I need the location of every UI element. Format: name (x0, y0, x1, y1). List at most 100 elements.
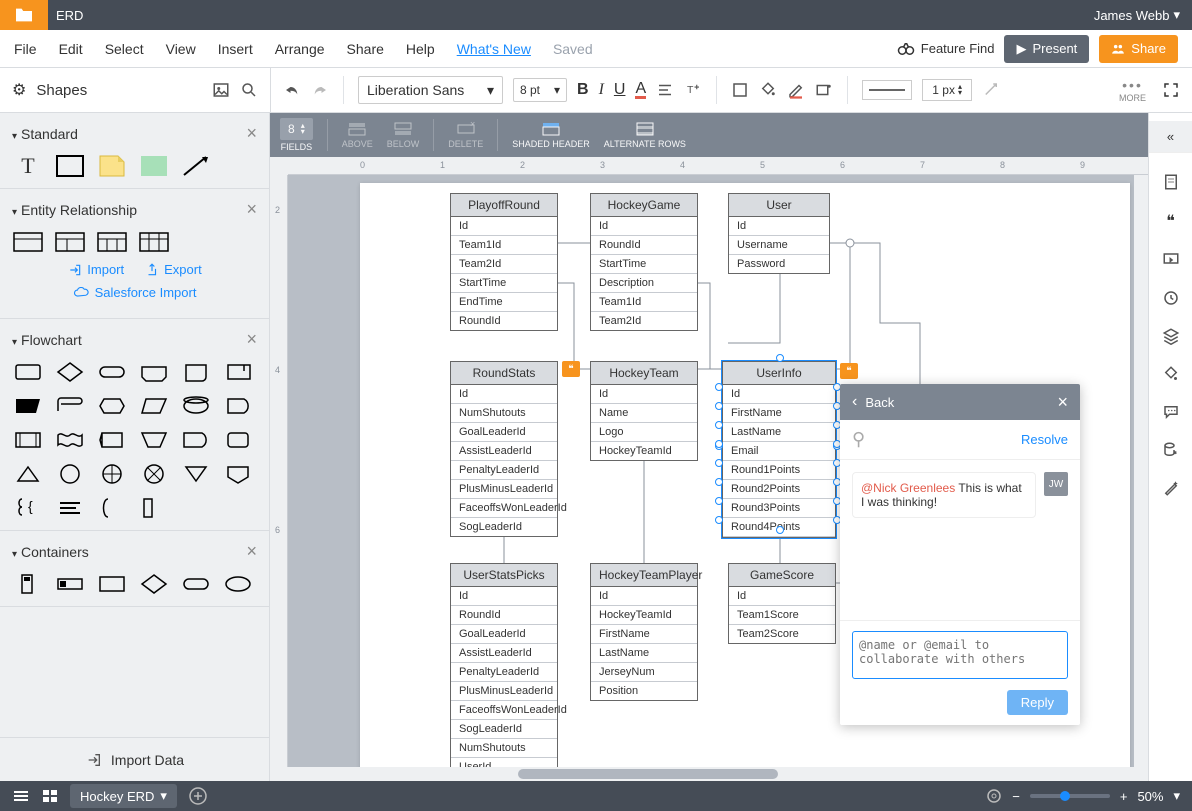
flowchart-shape-27[interactable] (138, 496, 170, 520)
redo-button[interactable] (311, 81, 329, 99)
comment-input[interactable] (852, 631, 1068, 679)
user-menu[interactable]: James Webb ▾ (1094, 7, 1180, 23)
erd-field[interactable]: AssistLeaderId (451, 644, 557, 663)
shape-erd4[interactable] (138, 230, 170, 254)
feature-find[interactable]: Feature Find (897, 40, 995, 58)
erd-field[interactable]: Team2Id (451, 255, 557, 274)
zoom-out-button[interactable]: − (1012, 789, 1020, 804)
erd-field[interactable]: Round3Points (723, 499, 835, 518)
shape-note[interactable] (96, 154, 128, 178)
erd-field[interactable]: Id (723, 385, 835, 404)
flowchart-shape-20[interactable] (96, 462, 128, 486)
erd-table-userstatspicks[interactable]: UserStatsPicksIdRoundIdGoalLeaderIdAssis… (450, 563, 558, 767)
erd-table-playoffround[interactable]: PlayoffRoundIdTeam1IdTeam2IdStartTimeEnd… (450, 193, 558, 331)
text-options-button[interactable]: T (684, 81, 702, 99)
document-title[interactable]: ERD (56, 8, 83, 23)
flowchart-shape-10[interactable] (180, 394, 212, 418)
back-icon[interactable]: ‹ (852, 393, 857, 411)
comment-badge[interactable] (840, 363, 858, 379)
erd-field[interactable]: Round2Points (723, 480, 835, 499)
erd-table-hockeyteamplayer[interactable]: HockeyTeamPlayerIdHockeyTeamIdFirstNameL… (590, 563, 698, 701)
erd-field[interactable]: Id (451, 217, 557, 236)
border-color-button[interactable] (787, 81, 805, 99)
flowchart-shape-2[interactable] (96, 360, 128, 384)
erd-table-hockeyteam[interactable]: HockeyTeamIdNameLogoHockeyTeamId (590, 361, 698, 461)
erd-field[interactable]: StartTime (451, 274, 557, 293)
erd-field[interactable]: StartTime (591, 255, 697, 274)
grid-view-icon[interactable] (42, 789, 58, 803)
erd-field[interactable]: Position (591, 682, 697, 700)
erd-field[interactable]: Name (591, 404, 697, 423)
erd-field[interactable]: PenaltyLeaderId (451, 461, 557, 480)
erd-field[interactable]: Round1Points (723, 461, 835, 480)
reply-button[interactable]: Reply (1007, 690, 1068, 715)
flowchart-shape-23[interactable] (222, 462, 254, 486)
back-label[interactable]: Back (865, 395, 894, 410)
align-button[interactable] (656, 81, 674, 99)
shape-block[interactable] (138, 154, 170, 178)
menu-edit[interactable]: Edit (59, 41, 83, 57)
section-containers[interactable]: ▾Containers× (12, 541, 257, 562)
collapse-rail-button[interactable]: « (1149, 121, 1192, 153)
underline-button[interactable]: U (614, 81, 626, 99)
zoom-level[interactable]: 50% (1137, 789, 1163, 804)
erd-field[interactable]: Username (729, 236, 829, 255)
image-icon[interactable] (212, 81, 230, 99)
erd-field[interactable]: EndTime (451, 293, 557, 312)
add-page-button[interactable] (189, 787, 207, 805)
erd-field[interactable]: NumShutouts (451, 739, 557, 758)
erd-field[interactable]: RoundId (451, 606, 557, 625)
alternate-rows-button[interactable]: ALTERNATE ROWS (604, 121, 686, 149)
salesforce-import-link[interactable]: Salesforce Import (73, 285, 197, 300)
close-icon[interactable]: × (246, 541, 257, 562)
add-below-button[interactable]: BELOW (387, 121, 420, 149)
comment-icon[interactable]: ❝ (1166, 211, 1175, 231)
erd-header[interactable]: PlayoffRound (451, 194, 557, 217)
erd-header[interactable]: HockeyTeamPlayer (591, 564, 697, 587)
section-entity[interactable]: ▾Entity Relationship× (12, 199, 257, 220)
shape-rect[interactable] (54, 154, 86, 178)
flowchart-shape-18[interactable] (12, 462, 44, 486)
flowchart-shape-1[interactable] (54, 360, 86, 384)
section-standard[interactable]: ▾Standard× (12, 123, 257, 144)
present-button[interactable]: ▶ Present (1004, 35, 1089, 63)
menu-arrange[interactable]: Arrange (275, 41, 325, 57)
page-icon[interactable] (1162, 173, 1180, 191)
flowchart-shape-0[interactable] (12, 360, 44, 384)
erd-table-user[interactable]: UserIdUsernamePassword (728, 193, 830, 274)
erd-field[interactable]: Password (729, 255, 829, 273)
more-button[interactable]: •••MORE (1119, 77, 1146, 103)
close-icon[interactable]: × (246, 123, 257, 144)
erd-field[interactable]: Team2Id (591, 312, 697, 330)
font-select[interactable]: Liberation Sans▾ (358, 76, 503, 104)
close-icon[interactable]: × (1057, 392, 1068, 413)
erd-field[interactable]: HockeyTeamId (591, 606, 697, 625)
flowchart-shape-3[interactable] (138, 360, 170, 384)
erd-header[interactable]: UserStatsPicks (451, 564, 557, 587)
italic-button[interactable]: I (599, 81, 604, 99)
erd-field[interactable]: SogLeaderId (451, 518, 557, 536)
flowchart-shape-16[interactable] (180, 428, 212, 452)
presentation-icon[interactable] (1162, 251, 1180, 269)
flowchart-shape-9[interactable] (138, 394, 170, 418)
erd-field[interactable]: Id (591, 587, 697, 606)
flowchart-shape-6[interactable] (12, 394, 44, 418)
erd-field[interactable]: LastName (723, 423, 835, 442)
erd-field[interactable]: Logo (591, 423, 697, 442)
shape-erd2[interactable] (54, 230, 86, 254)
layers-icon[interactable] (1162, 327, 1180, 345)
erd-field[interactable]: Id (729, 217, 829, 236)
flowchart-shape-22[interactable] (180, 462, 212, 486)
scrollbar-vertical[interactable] (1134, 175, 1148, 767)
add-above-button[interactable]: ABOVE (342, 121, 373, 149)
erd-field[interactable]: PlusMinusLeaderId (451, 480, 557, 499)
flowchart-shape-17[interactable] (222, 428, 254, 452)
flowchart-shape-12[interactable] (12, 428, 44, 452)
erd-table-roundstats[interactable]: RoundStatsIdNumShutoutsGoalLeaderIdAssis… (450, 361, 558, 537)
menu-help[interactable]: Help (406, 41, 435, 57)
undo-button[interactable] (283, 81, 301, 99)
menu-select[interactable]: Select (105, 41, 144, 57)
erd-field[interactable]: FaceoffsWonLeaderId (451, 701, 557, 720)
font-size-select[interactable]: 8 pt▾ (513, 78, 567, 102)
container-shape-5[interactable] (222, 572, 254, 596)
